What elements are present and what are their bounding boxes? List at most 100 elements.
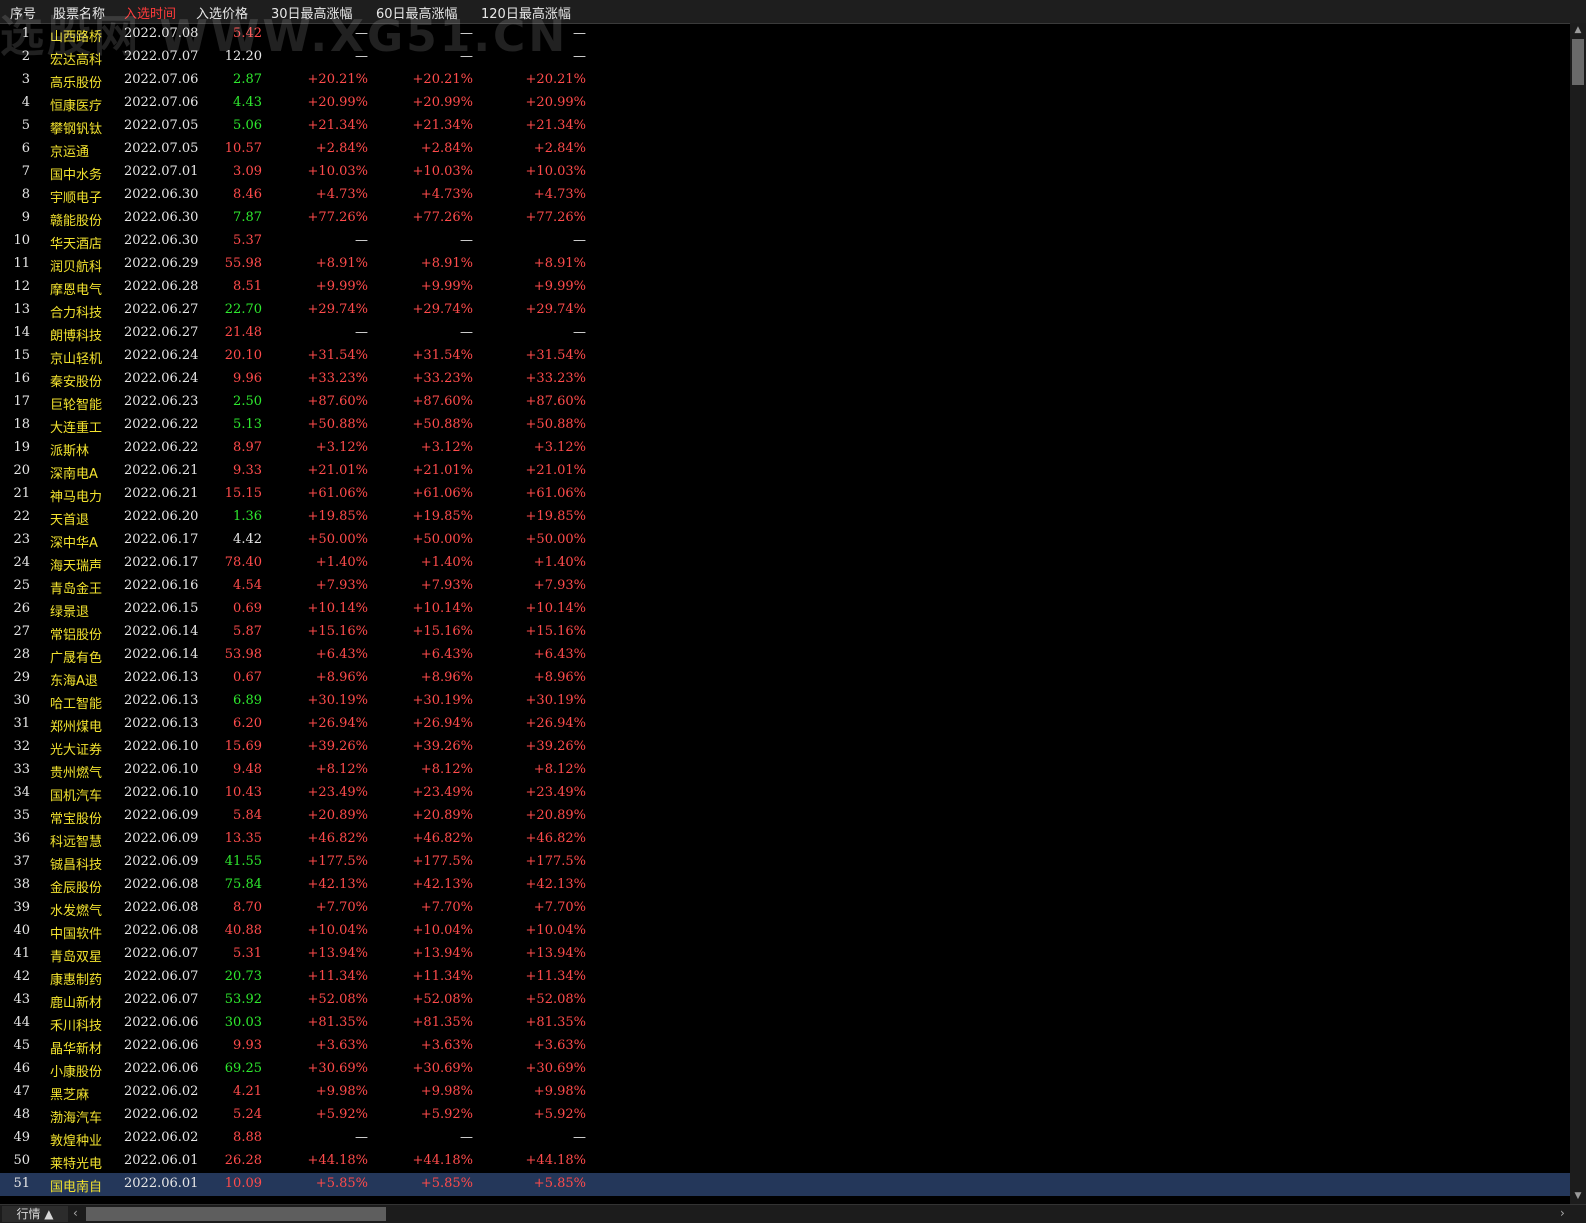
row-index: 46 [13,1061,30,1076]
row-30d-gain: +7.93% [315,578,368,593]
row-stock-name: 东海A退 [50,674,98,689]
row-120d-gain: +81.35% [525,1015,586,1030]
table-row[interactable]: 7 国中水务 2022.07.01 3.09 +10.03% +10.03% +10.03% [0,161,1570,184]
row-index: 51 [13,1176,30,1191]
row-select-date: 2022.06.01 [124,1176,199,1191]
vertical-scrollbar[interactable]: ▲ ▼ [1570,23,1586,1204]
table-row[interactable]: 8 宇顺电子 2022.06.30 8.46 +4.73% +4.73% +4.73% [0,184,1570,207]
row-stock-name: 华天酒店 [50,237,103,252]
table-row[interactable]: 25 青岛金王 2022.06.16 4.54 +7.93% +7.93% +7.93% [0,575,1570,598]
table-row[interactable]: 24 海天瑞声 2022.06.17 78.40 +1.40% +1.40% +1.40% [0,552,1570,575]
table-row[interactable]: 5 攀钢钒钛 2022.07.05 5.06 +21.34% +21.34% +21.34% [0,115,1570,138]
scroll-left-arrow-icon[interactable]: ‹ [73,1206,78,1220]
row-index: 24 [13,555,30,570]
row-60d-gain: +8.12% [420,762,473,777]
table-row[interactable]: 9 赣能股份 2022.06.30 7.87 +77.26% +77.26% +77.26% [0,207,1570,230]
row-120d-gain: +87.60% [525,394,586,409]
table-row[interactable]: 34 国机汽车 2022.06.10 10.43 +23.49% +23.49% +23.4… [0,782,1570,805]
table-row[interactable]: 1 山西路桥 2022.07.08 5.42 — — — [0,23,1570,46]
table-row[interactable]: 46 小康股份 2022.06.06 69.25 +30.69% +30.69% +30.6… [0,1058,1570,1081]
row-select-price: 9.33 [233,463,262,478]
row-30d-gain: +20.21% [307,72,368,87]
table-row[interactable]: 13 合力科技 2022.06.27 22.70 +29.74% +29.74% +29.7… [0,299,1570,322]
table-row[interactable]: 20 深南电A 2022.06.21 9.33 +21.01% +21.01% +21.01… [0,460,1570,483]
table-row[interactable]: 43 鹿山新材 2022.06.07 53.92 +52.08% +52.08% +52.0… [0,989,1570,1012]
header-stock-name[interactable]: 股票名称 [53,3,105,22]
scroll-down-arrow-icon[interactable]: ▼ [1570,1191,1586,1201]
row-30d-gain: +19.85% [307,509,368,524]
table-row[interactable]: 21 神马电力 2022.06.21 15.15 +61.06% +61.06% +61.0… [0,483,1570,506]
row-120d-gain: +50.00% [525,532,586,547]
table-row[interactable]: 42 康惠制药 2022.06.07 20.73 +11.34% +11.34% +11.3… [0,966,1570,989]
row-120d-gain: +39.26% [525,739,586,754]
table-row[interactable]: 10 华天酒店 2022.06.30 5.37 — — — [0,230,1570,253]
table-row[interactable]: 26 绿景退 2022.06.15 0.69 +10.14% +10.14% +10.14% [0,598,1570,621]
header-index[interactable]: 序号 [10,3,36,22]
table-row[interactable]: 35 常宝股份 2022.06.09 5.84 +20.89% +20.89% +20.89… [0,805,1570,828]
row-select-date: 2022.06.13 [124,716,199,731]
row-select-date: 2022.06.28 [124,279,199,294]
table-row[interactable]: 47 黑芝麻 2022.06.02 4.21 +9.98% +9.98% +9.98% [0,1081,1570,1104]
table-row[interactable]: 49 敦煌种业 2022.06.02 8.88 — — — [0,1127,1570,1150]
row-60d-gain: +21.34% [412,118,473,133]
table-row[interactable]: 32 光大证券 2022.06.10 15.69 +39.26% +39.26% +39.2… [0,736,1570,759]
row-30d-gain: +46.82% [307,831,368,846]
row-select-date: 2022.07.05 [124,118,199,133]
header-120d-gain[interactable]: 120日最高涨幅 [481,3,571,22]
table-row[interactable]: 17 巨轮智能 2022.06.23 2.50 +87.60% +87.60% +87.60… [0,391,1570,414]
table-row[interactable]: 19 派斯林 2022.06.22 8.97 +3.12% +3.12% +3.12% [0,437,1570,460]
table-row[interactable]: 44 禾川科技 2022.06.06 30.03 +81.35% +81.35% +81.3… [0,1012,1570,1035]
table-row[interactable]: 15 京山轻机 2022.06.24 20.10 +31.54% +31.54% +31.5… [0,345,1570,368]
scroll-right-arrow-icon[interactable]: › [1560,1206,1565,1220]
scroll-up-arrow-icon[interactable]: ▲ [1570,25,1586,35]
row-select-price: 10.57 [224,141,262,156]
table-row[interactable]: 45 晶华新材 2022.06.06 9.93 +3.63% +3.63% +3.63% [0,1035,1570,1058]
row-120d-gain: +31.54% [525,348,586,363]
vertical-scroll-thumb[interactable] [1572,39,1584,85]
row-stock-name: 莱特光电 [50,1157,103,1172]
row-select-price: 4.54 [233,578,262,593]
table-row[interactable]: 29 东海A退 2022.06.13 0.67 +8.96% +8.96% +8.96% [0,667,1570,690]
table-row[interactable]: 18 大连重工 2022.06.22 5.13 +50.88% +50.88% +50.88… [0,414,1570,437]
row-60d-gain: — [460,1130,473,1145]
row-30d-gain: +13.94% [307,946,368,961]
table-row[interactable]: 30 哈工智能 2022.06.13 6.89 +30.19% +30.19% +30.19… [0,690,1570,713]
table-row[interactable]: 14 朗博科技 2022.06.27 21.48 — — — [0,322,1570,345]
header-30d-gain[interactable]: 30日最高涨幅 [271,3,353,22]
table-row[interactable]: 11 润贝航科 2022.06.29 55.98 +8.91% +8.91% +8.91% [0,253,1570,276]
table-row[interactable]: 37 铖昌科技 2022.06.09 41.55 +177.5% +177.5% +177.… [0,851,1570,874]
table-row[interactable]: 3 高乐股份 2022.07.06 2.87 +20.21% +20.21% +20.21% [0,69,1570,92]
table-row[interactable]: 39 水发燃气 2022.06.08 8.70 +7.70% +7.70% +7.70% [0,897,1570,920]
row-30d-gain: +20.89% [307,808,368,823]
table-row[interactable]: 48 渤海汽车 2022.06.02 5.24 +5.92% +5.92% +5.92% [0,1104,1570,1127]
header-60d-gain[interactable]: 60日最高涨幅 [376,3,458,22]
row-select-price: 5.31 [233,946,262,961]
table-row[interactable]: 12 摩恩电气 2022.06.28 8.51 +9.99% +9.99% +9.99% [0,276,1570,299]
row-select-date: 2022.06.13 [124,670,199,685]
table-row[interactable]: 4 恒康医疗 2022.07.06 4.43 +20.99% +20.99% +20.99% [0,92,1570,115]
table-row[interactable]: 38 金辰股份 2022.06.08 75.84 +42.13% +42.13% +42.1… [0,874,1570,897]
table-row[interactable]: 31 郑州煤电 2022.06.13 6.20 +26.94% +26.94% +26.94… [0,713,1570,736]
table-row[interactable]: 23 深中华A 2022.06.17 4.42 +50.00% +50.00% +50.00… [0,529,1570,552]
market-tab[interactable]: 行情 ▲ [2,1206,68,1222]
table-row[interactable]: 22 天首退 2022.06.20 1.36 +19.85% +19.85% +19.85% [0,506,1570,529]
row-30d-gain: — [355,233,368,248]
table-row[interactable]: 28 广晟有色 2022.06.14 53.98 +6.43% +6.43% +6.43% [0,644,1570,667]
table-row[interactable]: 36 科远智慧 2022.06.09 13.35 +46.82% +46.82% +46.8… [0,828,1570,851]
column-header-bar: 序号 股票名称 入选时间 入选价格 30日最高涨幅 60日最高涨幅 120日最高… [0,0,1586,24]
header-select-price[interactable]: 入选价格 [196,3,248,22]
table-row[interactable]: 33 贵州燃气 2022.06.10 9.48 +8.12% +8.12% +8.12% [0,759,1570,782]
header-select-time[interactable]: 入选时间 [124,3,176,22]
row-120d-gain: +177.5% [525,854,586,869]
table-row[interactable]: 16 秦安股份 2022.06.24 9.96 +33.23% +33.23% +33.23… [0,368,1570,391]
table-row[interactable]: 51 国电南自 2022.06.01 10.09 +5.85% +5.85% +5.85% [0,1173,1570,1196]
table-row[interactable]: 50 莱特光电 2022.06.01 26.28 +44.18% +44.18% +44.1… [0,1150,1570,1173]
table-row[interactable]: 2 宏达高科 2022.07.07 12.20 — — — [0,46,1570,69]
table-row[interactable]: 41 青岛双星 2022.06.07 5.31 +13.94% +13.94% +13.94… [0,943,1570,966]
table-row[interactable]: 6 京运通 2022.07.05 10.57 +2.84% +2.84% +2.84% [0,138,1570,161]
row-120d-gain: — [573,26,586,41]
table-row[interactable]: 27 常铝股份 2022.06.14 5.87 +15.16% +15.16% +15.16… [0,621,1570,644]
horizontal-scroll-thumb[interactable] [86,1207,386,1221]
table-row[interactable]: 40 中国软件 2022.06.08 40.88 +10.04% +10.04% +10.0… [0,920,1570,943]
row-120d-gain: +6.43% [533,647,586,662]
